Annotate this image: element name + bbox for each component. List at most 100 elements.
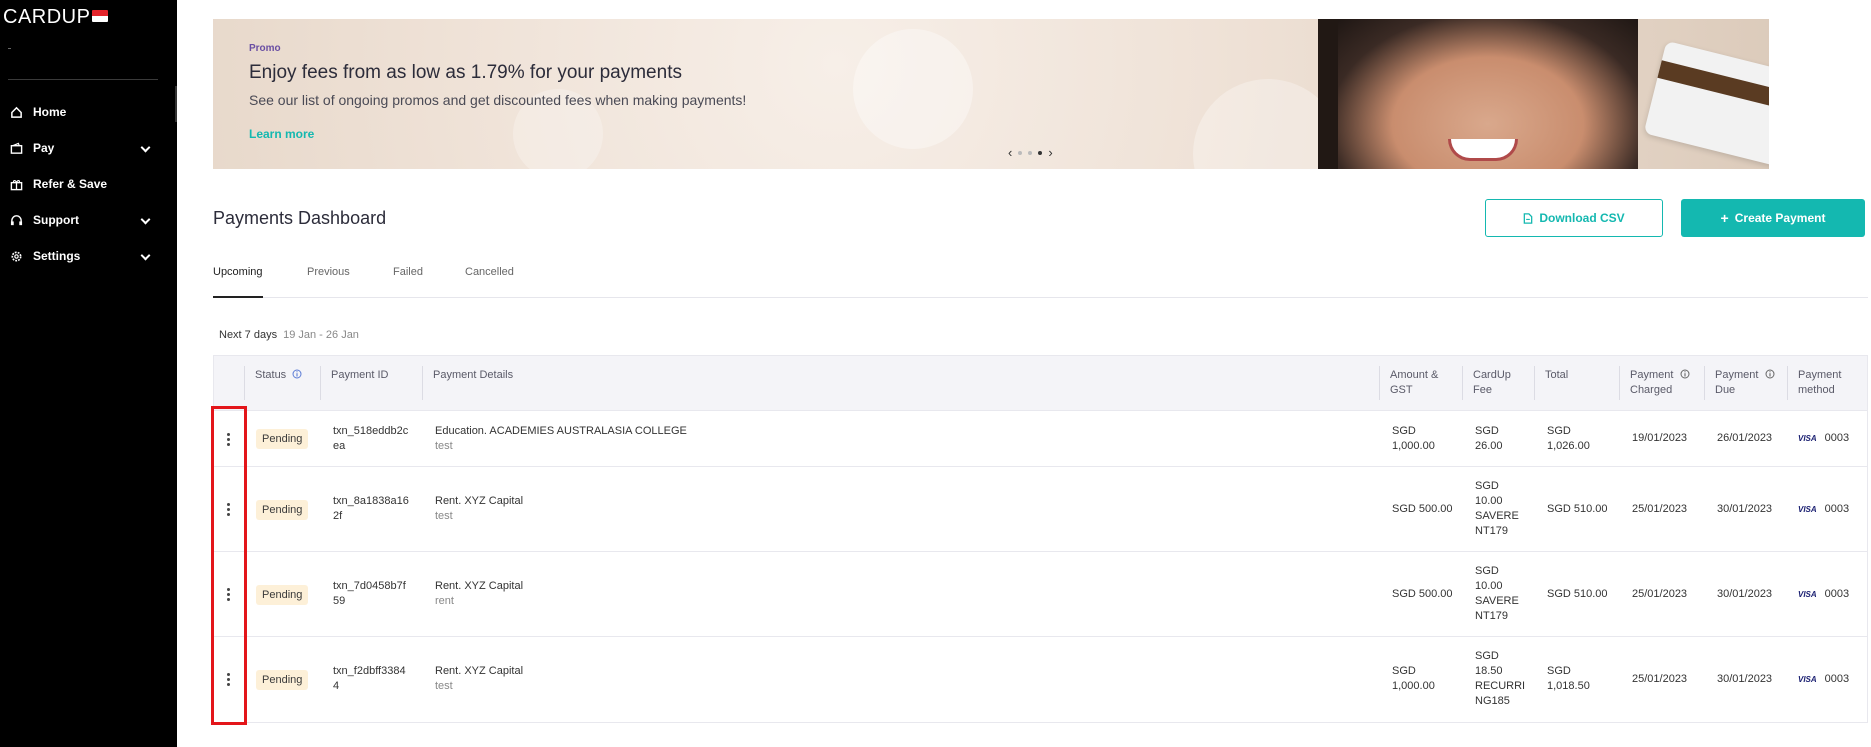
amount: SGD 500.00 [1392, 588, 1453, 600]
payment-due-date: 30/01/2023 [1717, 673, 1773, 685]
cardup-fee: SGD 26.00 [1475, 425, 1503, 452]
table-row[interactable]: Pending txn_7d0458b7f 59 Rent. XYZ Capita… [214, 552, 1867, 637]
table-row[interactable]: Pending txn_8a1838a16 2f Rent. XYZ Capita… [214, 467, 1867, 552]
banner-credit-card-image [1643, 40, 1769, 169]
cardup-fee: SGD 18.50 RECURRI NG185 [1475, 650, 1526, 707]
sidebar-item-home[interactable]: Home [0, 86, 177, 130]
carousel-dot[interactable] [1028, 150, 1033, 155]
headset-icon [9, 213, 23, 227]
tab-cancelled[interactable]: Cancelled [465, 266, 514, 298]
payment-details: Rent. XYZ Capital rent [435, 580, 524, 607]
sidebar-item-label: Settings [33, 249, 81, 263]
sidebar-divider [8, 79, 158, 80]
status-badge: Pending [256, 585, 309, 605]
tab-failed[interactable]: Failed [393, 266, 423, 298]
carousel-dot[interactable] [1018, 150, 1023, 155]
date-range: Next 7 days 19 Jan - 26 Jan [219, 329, 359, 341]
payments-table: Status Payment ID Payment Details Amount… [213, 355, 1868, 723]
table-row[interactable]: Pending txn_518eddb2c ea Education. ACADE… [214, 411, 1867, 467]
page-title: Payments Dashboard [213, 208, 387, 228]
visa-icon: VISA [1798, 505, 1817, 514]
payment-details: Education. ACADEMIES AUSTRALASIA COLLEGE… [435, 425, 687, 452]
promo-tag: Promo [249, 43, 281, 54]
payment-method: VISA 0003 [1798, 432, 1850, 444]
info-icon[interactable] [1765, 369, 1775, 379]
payment-due-date: 30/01/2023 [1717, 588, 1773, 600]
date-range-dates: 19 Jan - 26 Jan [283, 329, 359, 341]
cardup-fee: SGD 10.00 SAVERE NT179 [1475, 565, 1519, 622]
payment-method: VISA 0003 [1798, 588, 1850, 600]
payment-charged-date: 25/01/2023 [1632, 673, 1688, 685]
table-row[interactable]: Pending txn_f2dbff3384 4 Rent. XYZ Capita… [214, 637, 1867, 722]
chevron-down-icon[interactable] [140, 142, 151, 153]
sidebar-item-label: Home [33, 105, 67, 119]
document-icon [1524, 212, 1533, 224]
info-icon[interactable] [292, 369, 302, 379]
sidebar-item-label: Refer & Save [33, 177, 108, 191]
column-header-payment-charged: Payment Charged [1619, 366, 1690, 400]
chevron-down-icon[interactable] [140, 214, 151, 225]
payment-due-date: 30/01/2023 [1717, 503, 1773, 515]
payment-charged-date: 19/01/2023 [1632, 432, 1688, 444]
divider-dot [8, 48, 11, 49]
table-header: Status Payment ID Payment Details Amount… [214, 356, 1867, 411]
chevron-down-icon[interactable] [140, 250, 151, 261]
sidebar-item-label: Support [33, 213, 79, 227]
sidebar-nav: Home Pay Refer & Save Support Settings [0, 86, 177, 274]
payment-due-date: 26/01/2023 [1717, 432, 1773, 444]
column-header-payment-due: Payment Due [1704, 366, 1775, 400]
carousel-dot-active[interactable] [1038, 150, 1043, 155]
home-icon [9, 105, 23, 119]
total: SGD 510.00 [1547, 588, 1608, 600]
payment-id: txn_518eddb2c ea [333, 425, 409, 452]
sidebar-item-pay[interactable]: Pay [0, 130, 177, 166]
sidebar-item-label: Pay [33, 141, 55, 155]
sidebar-item-support[interactable]: Support [0, 202, 177, 238]
promo-subtitle: See our list of ongoing promos and get d… [249, 92, 747, 108]
amount: SGD 500.00 [1392, 503, 1453, 515]
singapore-flag-icon [92, 10, 108, 22]
payment-method: VISA 0003 [1798, 503, 1850, 515]
total: SGD 1,018.50 [1547, 665, 1590, 692]
carousel-next-icon[interactable]: › [1048, 145, 1052, 160]
learn-more-link[interactable]: Learn more [249, 127, 314, 141]
amount: SGD 1,000.00 [1392, 425, 1435, 452]
banner-bokeh [853, 29, 973, 149]
gear-icon [9, 249, 23, 263]
payment-charged-date: 25/01/2023 [1632, 588, 1688, 600]
carousel-prev-icon[interactable]: ‹ [1008, 145, 1012, 160]
download-csv-label: Download CSV [1539, 211, 1625, 225]
highlight-box [211, 406, 247, 725]
sidebar-item-refer-save[interactable]: Refer & Save [0, 166, 177, 202]
payment-id: txn_f2dbff3384 4 [333, 665, 406, 692]
date-range-label: Next 7 days [219, 329, 278, 341]
banner-person-smile [1448, 139, 1518, 161]
sidebar: CARDUP Home Pay Refer & Save Support Set… [0, 0, 177, 747]
column-header-payment-method: Payment method [1787, 366, 1841, 400]
visa-icon: VISA [1798, 590, 1817, 599]
promo-title: Enjoy fees from as low as 1.79% for your… [249, 62, 682, 83]
payment-charged-date: 25/01/2023 [1632, 503, 1688, 515]
promo-banner[interactable]: Promo Enjoy fees from as low as 1.79% fo… [213, 19, 1769, 169]
payment-method: VISA 0003 [1798, 673, 1850, 685]
column-header-amount: Amount & GST [1379, 366, 1438, 400]
cardup-logo[interactable]: CARDUP [3, 6, 90, 29]
payment-id: txn_7d0458b7f 59 [333, 580, 406, 607]
gift-icon [9, 177, 23, 191]
column-header-payment-details: Payment Details [422, 366, 513, 400]
create-payment-label: Create Payment [1734, 211, 1826, 225]
create-payment-button[interactable]: + Create Payment [1681, 199, 1865, 237]
total: SGD 510.00 [1547, 503, 1608, 515]
column-header-payment-id: Payment ID [320, 366, 388, 400]
column-header-status[interactable]: Status [244, 366, 302, 400]
tab-previous[interactable]: Previous [307, 266, 350, 298]
sidebar-item-settings[interactable]: Settings [0, 238, 177, 274]
status-badge: Pending [256, 429, 309, 449]
tab-upcoming[interactable]: Upcoming [213, 266, 263, 298]
cardup-fee: SGD 10.00 SAVERE NT179 [1475, 480, 1519, 537]
download-csv-button[interactable]: Download CSV [1485, 199, 1663, 237]
visa-icon: VISA [1798, 434, 1817, 443]
wallet-icon [9, 141, 23, 155]
payment-details: Rent. XYZ Capital test [435, 665, 524, 692]
info-icon[interactable] [1680, 369, 1690, 379]
